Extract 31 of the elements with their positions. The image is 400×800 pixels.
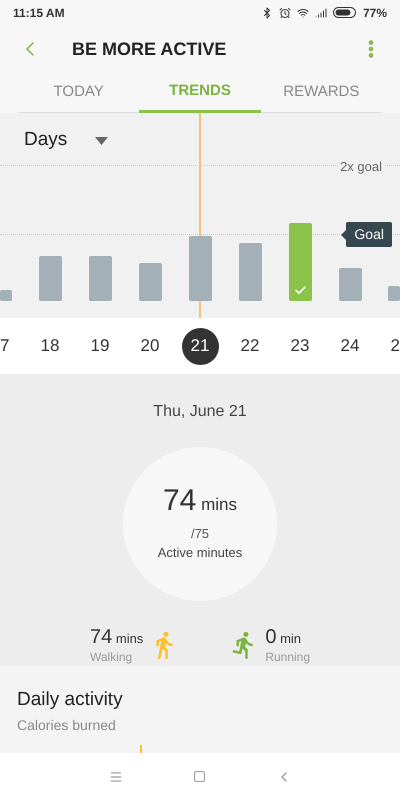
activity-label: Running [265, 650, 310, 665]
page-title: BE MORE ACTIVE [72, 38, 228, 60]
day-selector[interactable]: 23 [290, 328, 310, 364]
day-selector[interactable]: 19 [90, 328, 110, 364]
section-subtitle: Calories burned [17, 716, 117, 734]
battery-percent: 77% [362, 4, 387, 22]
goal-target: /75 [190, 524, 210, 542]
activity-label: Walking [90, 650, 134, 665]
activity-value: 74 mins [90, 625, 144, 650]
battery-icon [332, 7, 357, 18]
period-dropdown[interactable]: Days [24, 126, 108, 155]
activity-value: 0 min [265, 625, 302, 650]
active-minutes-caption: Active minutes [158, 544, 242, 562]
day-selector[interactable]: 20 [140, 328, 160, 364]
menu-icon[interactable] [108, 770, 122, 784]
day-selector[interactable]: 7 [0, 328, 10, 364]
day-selector[interactable]: 18 [40, 328, 60, 364]
active-minutes-value: 74 mins [162, 486, 237, 516]
day-selector[interactable]: 2 [390, 328, 400, 364]
alarm-icon [278, 6, 291, 18]
goal-tooltip: Goal [341, 222, 392, 247]
check-icon [294, 284, 306, 297]
day-selector[interactable]: 24 [340, 328, 360, 364]
day-selector[interactable]: 22 [240, 328, 260, 364]
wifi-icon [296, 6, 309, 18]
home-icon[interactable] [192, 770, 206, 783]
day-selector[interactable]: 21 [182, 328, 218, 364]
status-time: 11:15 AM [13, 4, 65, 22]
dropdown-arrow-icon [95, 136, 108, 144]
section-title: Daily activity [17, 688, 124, 712]
selected-date: Thu, June 21 [153, 402, 247, 422]
